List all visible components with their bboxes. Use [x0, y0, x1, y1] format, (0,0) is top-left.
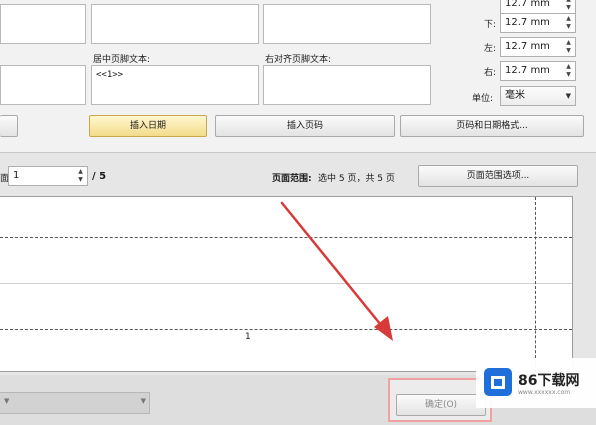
divider [0, 152, 596, 153]
annotation-arrow-icon [280, 201, 393, 341]
insert-date-button[interactable]: 插入日期 [89, 115, 207, 137]
center-footer-textbox[interactable]: <<1>> [91, 65, 259, 105]
insert-page-number-button[interactable]: 插入页码 [215, 115, 395, 137]
spin-arrows-icon[interactable]: ▲▼ [564, 0, 573, 12]
right-margin-spinner[interactable]: 12.7 mm ▲ ▼ [500, 61, 576, 81]
page-range-value: 选中 5 页，共 5 页 [318, 174, 395, 184]
left-margin-label: 左: [484, 44, 497, 54]
page-number-spinner[interactable]: 1 ▲ ▼ [8, 166, 88, 186]
page-total: / 5 [92, 171, 107, 182]
chevron-down-icon: ▼ [140, 397, 146, 405]
logo-icon [484, 368, 512, 396]
center-header-textbox[interactable] [91, 4, 259, 44]
center-footer-value: <<1>> [96, 70, 124, 80]
top-margin-value: 12.7 mm [505, 0, 550, 9]
page-date-format-button[interactable]: 页码和日期格式... [400, 115, 584, 137]
right-margin-line [535, 197, 536, 373]
partial-button[interactable] [0, 115, 18, 137]
unit-label: 单位: [472, 94, 494, 104]
watermark-brand: 86下载网 [518, 373, 580, 389]
left-footer-textbox[interactable] [0, 65, 86, 105]
unit-select[interactable]: 毫米 ▼ [500, 86, 576, 106]
site-watermark: 86下载网 www.xxxxxx.com [476, 358, 596, 408]
bottom-margin-label: 下: [484, 20, 497, 30]
spin-arrows-icon[interactable]: ▲▼ [76, 168, 85, 184]
page-range-label: 页面范围: [272, 174, 312, 184]
right-margin-value: 12.7 mm [505, 65, 550, 76]
chevron-down-icon: ▼ [4, 397, 10, 405]
preview-page-number: 1 [245, 332, 251, 342]
current-page-value: 1 [13, 170, 20, 181]
right-header-textbox[interactable] [263, 4, 431, 44]
watermark-url: www.xxxxxx.com [518, 389, 571, 396]
unit-value: 毫米 [505, 90, 525, 101]
left-margin-value: 12.7 mm [505, 41, 550, 52]
top-margin-spinner[interactable]: 12.7 mm ▲▼ [500, 0, 576, 14]
bottom-dropdown[interactable]: ▼ ▼ [0, 392, 150, 414]
left-margin-spinner[interactable]: 12.7 mm ▲ ▼ [500, 37, 576, 57]
right-margin-label: 右: [484, 68, 497, 78]
bottom-margin-spinner[interactable]: 12.7 mm ▲ ▼ [500, 13, 576, 33]
spin-arrows-icon[interactable]: ▲▼ [564, 39, 573, 55]
spin-arrows-icon[interactable]: ▲▼ [564, 15, 573, 31]
spin-arrows-icon[interactable]: ▲▼ [564, 63, 573, 79]
center-footer-label: 居中页脚文本: [93, 55, 151, 65]
bottom-margin-value: 12.7 mm [505, 17, 550, 28]
right-footer-textbox[interactable] [263, 65, 431, 105]
right-footer-label: 右对齐页脚文本: [265, 55, 332, 65]
left-header-textbox[interactable] [0, 4, 86, 44]
page-range-options-button[interactable]: 页面范围选项... [418, 165, 578, 187]
ok-button[interactable]: 确定(O) [396, 394, 486, 416]
chevron-down-icon: ▼ [565, 92, 571, 100]
